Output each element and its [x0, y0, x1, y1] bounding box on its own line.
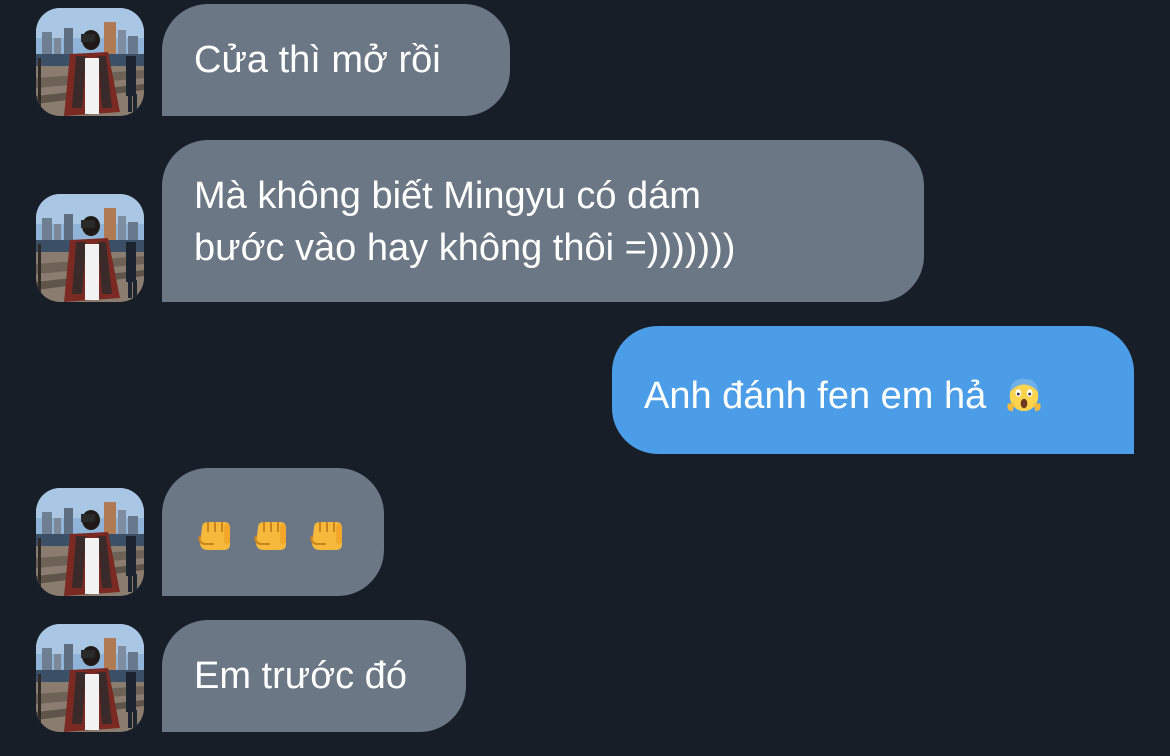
message-text: Em trước đó [194, 655, 407, 697]
contact-avatar[interactable] [36, 194, 144, 302]
incoming-message-bubble[interactable]: Mà không biết Mingyu có dám bước vào hay… [162, 140, 924, 302]
contact-avatar[interactable] [36, 8, 144, 116]
oncoming-fist-icon [306, 514, 346, 554]
face-screaming-in-fear-icon [1005, 375, 1043, 413]
message-text: Cửa thì mở rồi [194, 39, 441, 81]
outgoing-message-bubble[interactable]: Anh đánh fen em hả [612, 326, 1134, 454]
oncoming-fist-icon [250, 514, 290, 554]
contact-avatar[interactable] [36, 488, 144, 596]
contact-avatar[interactable] [36, 624, 144, 732]
avatar-photo [36, 194, 144, 302]
incoming-message-bubble[interactable] [162, 468, 384, 596]
avatar-photo [36, 8, 144, 116]
oncoming-fist-icon [194, 514, 234, 554]
incoming-message-bubble[interactable]: Cửa thì mở rồi [162, 4, 510, 116]
chat-thread[interactable]: Cửa thì mở rồi Mà không biết Mingyu có d… [0, 0, 1170, 756]
message-text: Anh đánh fen em hả [644, 375, 987, 417]
avatar-photo [36, 624, 144, 732]
message-text: bước vào hay không thôi =))))))) [194, 227, 736, 269]
avatar-photo [36, 488, 144, 596]
incoming-message-bubble[interactable]: Em trước đó [162, 620, 466, 732]
emoji-row [194, 502, 352, 554]
message-text: Mà không biết Mingyu có dám [194, 175, 701, 217]
